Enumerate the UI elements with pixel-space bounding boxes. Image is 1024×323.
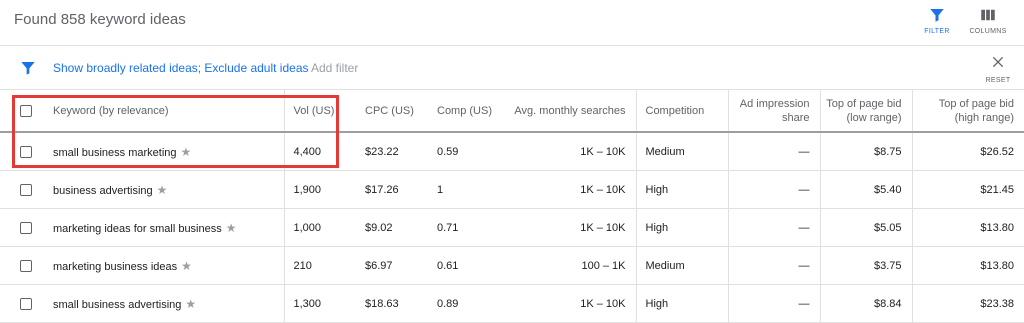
columns-button[interactable]: COLUMNS xyxy=(958,6,1018,35)
keyword-text: small business marketing xyxy=(53,146,177,159)
comp-cell: 0.89 xyxy=(428,284,500,323)
vol-cell: 1,300 xyxy=(283,284,356,323)
comp-cell: 0.61 xyxy=(428,246,500,285)
vol-cell: 4,400 xyxy=(283,132,356,171)
ad-impression-cell: — xyxy=(727,170,820,209)
avg-searches-cell: 1K – 10K xyxy=(500,170,636,209)
top-bar: Found 858 keyword ideas FILTER COLUMNS xyxy=(0,0,1024,46)
bid-high-cell: $23.38 xyxy=(911,284,1024,323)
keyword-text: small business advertising xyxy=(53,298,182,311)
active-filters-link[interactable]: Show broadly related ideas; Exclude adul… xyxy=(53,61,309,75)
star-icon[interactable]: ★ xyxy=(226,221,237,235)
col-header-bid-high[interactable]: Top of page bid (high range) xyxy=(911,90,1024,133)
star-icon[interactable]: ★ xyxy=(181,259,192,273)
bid-high-cell: $13.80 xyxy=(911,208,1024,247)
avg-searches-cell: 1K – 10K xyxy=(500,132,636,171)
cpc-cell: $23.22 xyxy=(356,132,428,171)
keyword-table: Keyword (by relevance) Vol (US) CPC (US)… xyxy=(0,90,1024,323)
bid-high-cell: $26.52 xyxy=(911,132,1024,171)
row-select-cell[interactable] xyxy=(0,208,44,247)
row-checkbox[interactable] xyxy=(20,145,32,158)
keyword-text: business advertising xyxy=(53,184,153,197)
bid-low-cell: $8.75 xyxy=(819,132,912,171)
ad-impression-cell: — xyxy=(727,132,820,171)
competition-cell: Medium xyxy=(635,246,728,285)
col-header-vol[interactable]: Vol (US) xyxy=(283,90,356,133)
ad-impression-cell: — xyxy=(727,246,820,285)
bid-low-cell: $3.75 xyxy=(819,246,912,285)
close-icon xyxy=(992,56,1004,68)
vol-cell: 210 xyxy=(283,246,356,285)
avg-searches-cell: 1K – 10K xyxy=(500,284,636,323)
columns-icon xyxy=(981,9,995,21)
reset-button[interactable]: RESET xyxy=(978,54,1018,84)
col-header-competition[interactable]: Competition xyxy=(635,90,728,133)
table-row[interactable]: small business advertising ★ 1,300 $18.63… xyxy=(0,284,1024,323)
row-select-cell[interactable] xyxy=(0,246,44,285)
bid-low-cell: $8.84 xyxy=(819,284,912,323)
competition-cell: High xyxy=(635,284,728,323)
ad-impression-cell: — xyxy=(727,208,820,247)
select-all-cell[interactable] xyxy=(0,90,44,133)
col-header-keyword[interactable]: Keyword (by relevance) xyxy=(44,90,284,133)
competition-cell: Medium xyxy=(635,132,728,171)
table-row[interactable]: small business marketing ★ 4,400 $23.22 0… xyxy=(0,132,1024,171)
add-filter-button[interactable]: Add filter xyxy=(311,61,358,75)
filter-bar: Show broadly related ideas; Exclude adul… xyxy=(0,46,1024,90)
competition-cell: High xyxy=(635,208,728,247)
bid-low-cell: $5.40 xyxy=(819,170,912,209)
cpc-cell: $6.97 xyxy=(356,246,428,285)
columns-button-label: COLUMNS xyxy=(969,28,1007,35)
row-select-cell[interactable] xyxy=(0,170,44,209)
bid-low-cell: $5.05 xyxy=(819,208,912,247)
vol-cell: 1,000 xyxy=(283,208,356,247)
vol-cell: 1,900 xyxy=(283,170,356,209)
col-header-comp[interactable]: Comp (US) xyxy=(428,90,500,133)
bid-high-cell: $13.80 xyxy=(911,246,1024,285)
avg-searches-cell: 100 – 1K xyxy=(500,246,636,285)
row-checkbox[interactable] xyxy=(20,221,32,234)
table-row[interactable]: marketing business ideas ★ 210 $6.97 0.61… xyxy=(0,246,1024,285)
row-select-cell[interactable] xyxy=(0,132,44,171)
col-header-bid-low[interactable]: Top of page bid (low range) xyxy=(819,90,912,133)
star-icon[interactable]: ★ xyxy=(181,145,192,159)
cpc-cell: $9.02 xyxy=(356,208,428,247)
ad-impression-cell: — xyxy=(727,284,820,323)
star-icon[interactable]: ★ xyxy=(157,183,168,197)
row-select-cell[interactable] xyxy=(0,284,44,323)
comp-cell: 0.59 xyxy=(428,132,500,171)
row-checkbox[interactable] xyxy=(20,259,32,272)
star-icon[interactable]: ★ xyxy=(185,297,196,311)
cpc-cell: $17.26 xyxy=(356,170,428,209)
filter-funnel-icon xyxy=(930,9,944,22)
avg-searches-cell: 1K – 10K xyxy=(500,208,636,247)
filter-funnel-icon xyxy=(21,62,35,75)
col-header-ad-impression[interactable]: Ad impression share xyxy=(727,90,820,133)
col-header-cpc[interactable]: CPC (US) xyxy=(356,90,428,133)
select-all-checkbox[interactable] xyxy=(20,104,32,117)
reset-label: RESET xyxy=(985,77,1011,84)
table-header-row: Keyword (by relevance) Vol (US) CPC (US)… xyxy=(0,90,1024,133)
table-row[interactable]: marketing ideas for small business ★ 1,00… xyxy=(0,208,1024,247)
keyword-text: marketing ideas for small business xyxy=(53,222,222,235)
cpc-cell: $18.63 xyxy=(356,284,428,323)
comp-cell: 1 xyxy=(428,170,500,209)
competition-cell: High xyxy=(635,170,728,209)
keyword-text: marketing business ideas xyxy=(53,260,178,273)
table-row[interactable]: business advertising ★ 1,900 $17.26 1 1K … xyxy=(0,170,1024,209)
row-checkbox[interactable] xyxy=(20,297,32,310)
results-heading: Found 858 keyword ideas xyxy=(14,11,186,28)
row-checkbox[interactable] xyxy=(20,183,32,196)
comp-cell: 0.71 xyxy=(428,208,500,247)
bid-high-cell: $21.45 xyxy=(911,170,1024,209)
col-header-avg-searches[interactable]: Avg. monthly searches xyxy=(500,90,636,133)
